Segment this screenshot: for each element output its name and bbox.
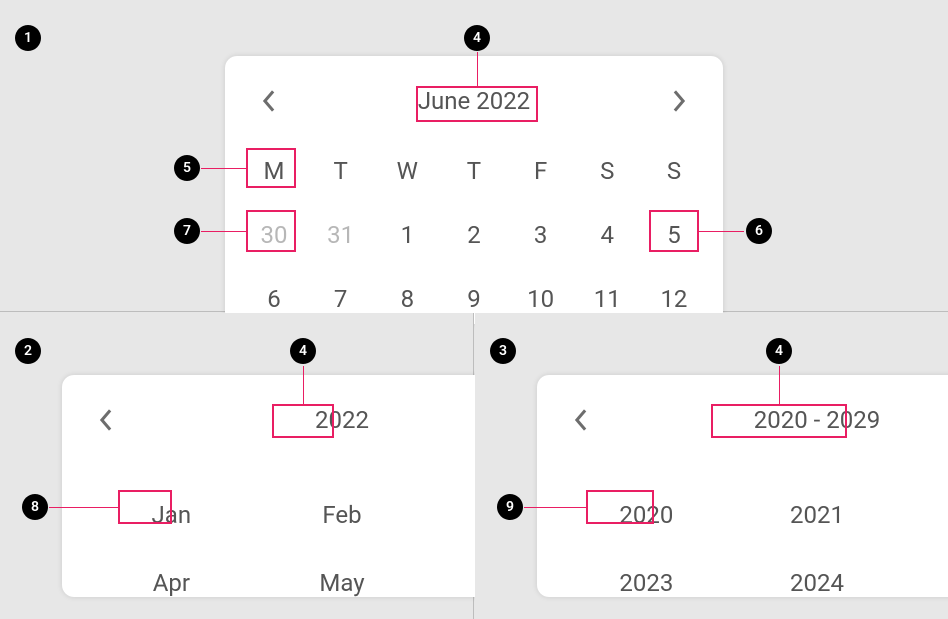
annotation-highlight-day-30 [246,210,296,252]
annotation-highlight-title [416,86,538,122]
year-row: 2023 2024 2025 [561,569,948,597]
year-cell[interactable]: 2025 [902,569,948,597]
day-cell[interactable]: 3 [516,214,566,256]
weekday-header: S [582,150,632,192]
weekday-header: W [382,150,432,192]
annotation-highlight-jan [118,490,172,524]
annotation-highlight-decade-title [711,404,847,438]
year-cell[interactable]: 2024 [732,569,903,597]
day-cell[interactable]: 2 [449,214,499,256]
prev-year-button[interactable] [86,400,126,440]
annotation-line [699,231,744,232]
annotation-bubble-1: 1 [15,25,41,51]
annotation-bubble-4b: 4 [290,338,316,364]
month-cell[interactable]: Feb [257,501,428,529]
weekday-header: T [449,150,499,192]
chevron-right-icon [672,90,686,112]
year-cell[interactable]: 2021 [732,501,903,529]
annotation-bubble-7: 7 [174,218,200,244]
month-cell[interactable]: May [257,569,428,597]
annotation-bubble-4: 4 [464,25,490,51]
annotation-highlight-year-title [272,404,334,438]
annotation-line [201,168,246,169]
year-cell[interactable]: 2022 [902,501,948,529]
annotation-line [477,52,478,86]
chevron-left-icon [574,409,588,431]
annotation-line [49,507,118,508]
annotation-line [524,507,586,508]
annotation-bubble-3: 3 [490,338,516,364]
annotation-bubble-8: 8 [22,494,48,520]
day-cell[interactable]: 4 [582,214,632,256]
chevron-left-icon [99,409,113,431]
annotation-highlight-dow-m [246,148,296,188]
chevron-left-icon [262,90,276,112]
prev-month-button[interactable] [249,81,289,121]
day-cell[interactable]: 31 [316,214,366,256]
weekday-header: T [316,150,366,192]
annotation-line [303,366,304,404]
weekday-header: F [516,150,566,192]
annotation-bubble-5: 5 [174,155,200,181]
weekday-header-row: M T W T F S S [249,150,699,192]
prev-decade-button[interactable] [561,400,601,440]
year-cell[interactable]: 2023 [561,569,732,597]
annotation-highlight-day-5 [649,210,699,252]
weekday-header: S [649,150,699,192]
day-row: 30 31 1 2 3 4 5 [249,214,699,256]
annotation-line [779,366,780,404]
annotation-bubble-4c: 4 [766,338,792,364]
annotation-highlight-2020 [586,490,654,524]
day-cell[interactable]: 1 [382,214,432,256]
month-cell[interactable]: Apr [86,569,257,597]
annotation-bubble-9: 9 [497,494,523,520]
panel-year-view: 2020 - 2029 2020 2021 2022 2023 2024 202… [475,313,948,619]
panel-month-view: 2022 Jan Feb Mar Apr May Jun [0,313,474,619]
next-month-button[interactable] [659,81,699,121]
annotation-bubble-6: 6 [746,218,772,244]
annotation-bubble-2: 2 [15,338,41,364]
annotation-line [201,231,246,232]
